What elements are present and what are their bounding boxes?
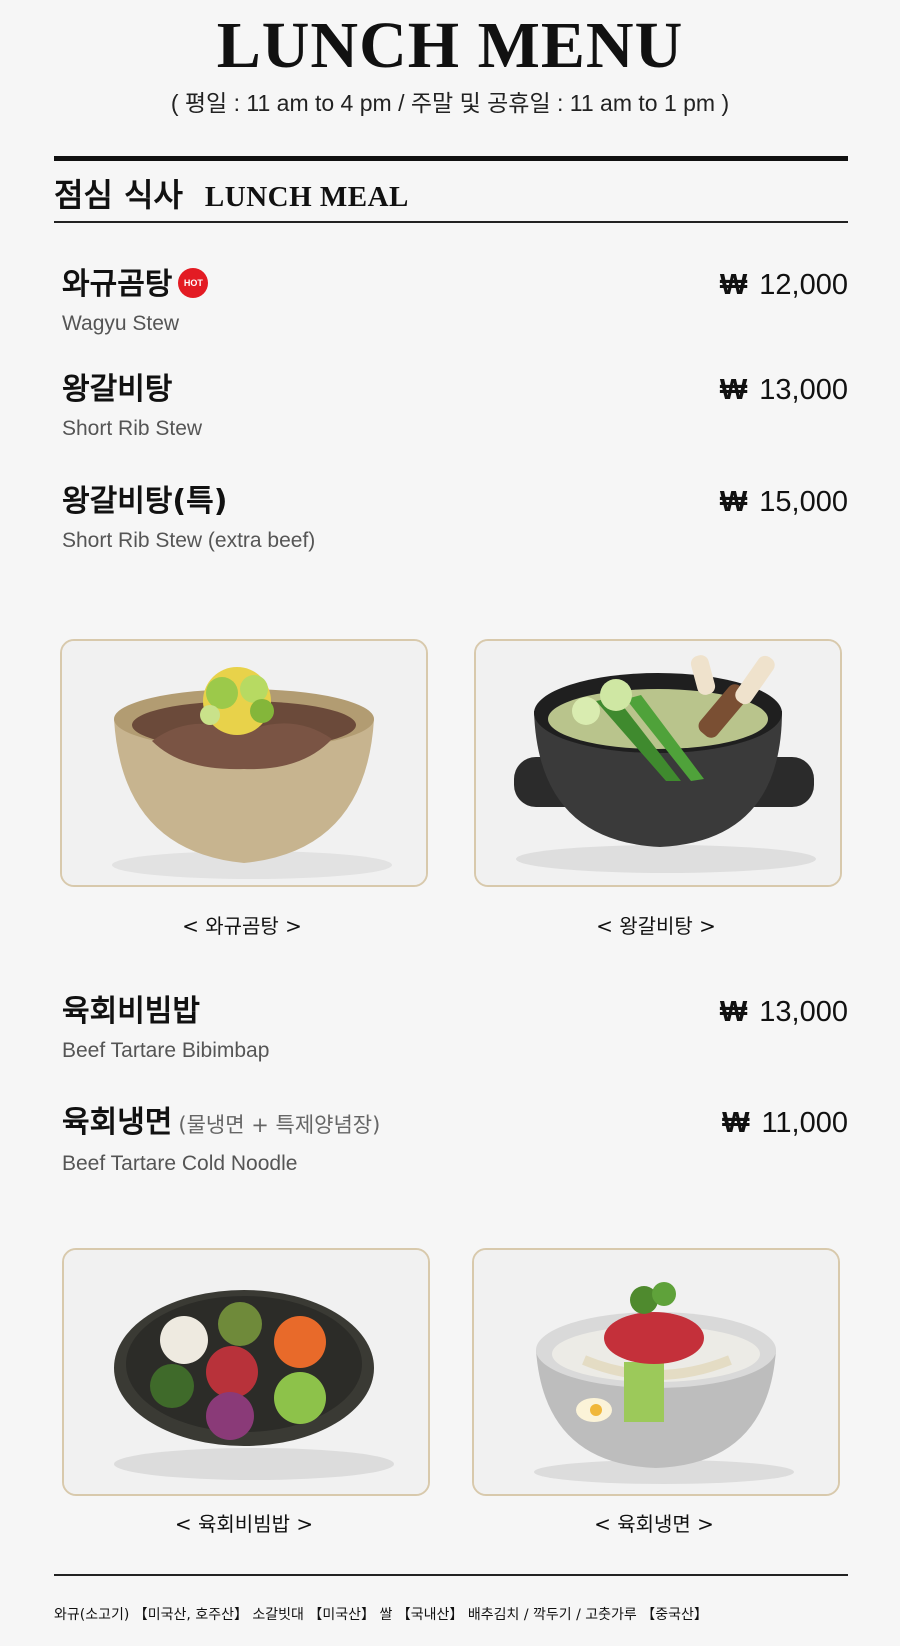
item-name-en: Short Rib Stew (extra beef)	[62, 529, 316, 552]
item-name-en: Wagyu Stew	[62, 312, 180, 335]
menu-item-beef-tartare-bibimbap: 육회비빔밥 Beef Tartare Bibimbap ₩13,000	[62, 993, 848, 1063]
menu-item-short-rib-stew-extra: 왕갈비탕(특) Short Rib Stew (extra beef) ₩15,…	[62, 483, 848, 553]
item-name-ko: 육회냉면	[62, 1105, 173, 1140]
section-title-ko: 점심 식사	[54, 176, 183, 214]
caption-beef-tartare-cold-noodle: < 육회냉면 >	[594, 1512, 714, 1536]
menu-item-short-rib-stew: 왕갈비탕 Short Rib Stew ₩13,000	[62, 371, 848, 441]
menu-item-wagyu-stew: 와규곰탕 HOT Wagyu Stew ₩12,000	[62, 266, 848, 336]
item-name-en: Beef Tartare Bibimbap	[62, 1039, 270, 1062]
currency-symbol: ₩	[719, 374, 748, 406]
item-price: ₩12,000	[720, 266, 848, 304]
caption-short-rib-stew: < 왕갈비탕 >	[596, 914, 716, 938]
menu-item-beef-tartare-cold-noodle: 육회냉면 (물냉면 + 특제양념장) Beef Tartare Cold Nood…	[62, 1104, 848, 1176]
photo-beef-tartare-bibimbap	[62, 1248, 430, 1496]
item-name-ko: 와규곰탕	[62, 267, 173, 302]
price-value: 11,000	[761, 1107, 848, 1139]
caption-wagyu-stew: < 와규곰탕 >	[182, 914, 302, 938]
photo-wagyu-stew	[60, 639, 428, 887]
item-price: ₩11,000	[722, 1104, 848, 1142]
section-heading: 점심 식사 LUNCH MEAL	[54, 170, 409, 216]
item-price: ₩13,000	[720, 371, 848, 409]
price-value: 13,000	[759, 374, 848, 406]
price-value: 15,000	[759, 486, 848, 518]
item-name-en: Short Rib Stew	[62, 417, 203, 440]
short-rib-stew-pot-illustration	[476, 641, 840, 885]
currency-symbol: ₩	[719, 996, 748, 1028]
hot-badge: HOT	[178, 267, 209, 298]
top-divider	[54, 156, 848, 161]
currency-symbol: ₩	[719, 486, 748, 518]
photo-beef-tartare-cold-noodle	[472, 1248, 840, 1496]
item-note: (물냉면 + 특제양념장)	[178, 1113, 381, 1137]
section-title-en: LUNCH MEAL	[204, 181, 409, 213]
caption-beef-tartare-bibimbap: < 육회비빔밥 >	[174, 1512, 314, 1536]
section-divider	[54, 221, 848, 223]
wagyu-stew-bowl-illustration	[62, 641, 426, 885]
photo-short-rib-stew	[474, 639, 842, 887]
item-name-en: Beef Tartare Cold Noodle	[62, 1152, 298, 1175]
item-price: ₩13,000	[720, 993, 848, 1031]
footer-divider	[54, 1574, 848, 1576]
menu-title: LUNCH MENU	[216, 9, 684, 82]
opening-hours: ( 평일 : 11 am to 4 pm / 주말 및 공휴일 : 11 am …	[170, 90, 730, 116]
price-value: 12,000	[759, 269, 848, 301]
bibimbap-bowl-illustration	[64, 1250, 428, 1494]
price-value: 13,000	[759, 996, 848, 1028]
cold-noodle-bowl-illustration	[474, 1250, 838, 1494]
item-price: ₩15,000	[720, 483, 848, 521]
origin-of-ingredients: 와규(소고기) 【미국산, 호주산】 소갈빗대 【미국산】 쌀 【국내산】 배추…	[54, 1607, 708, 1623]
currency-symbol: ₩	[719, 269, 748, 301]
currency-symbol: ₩	[722, 1107, 750, 1139]
